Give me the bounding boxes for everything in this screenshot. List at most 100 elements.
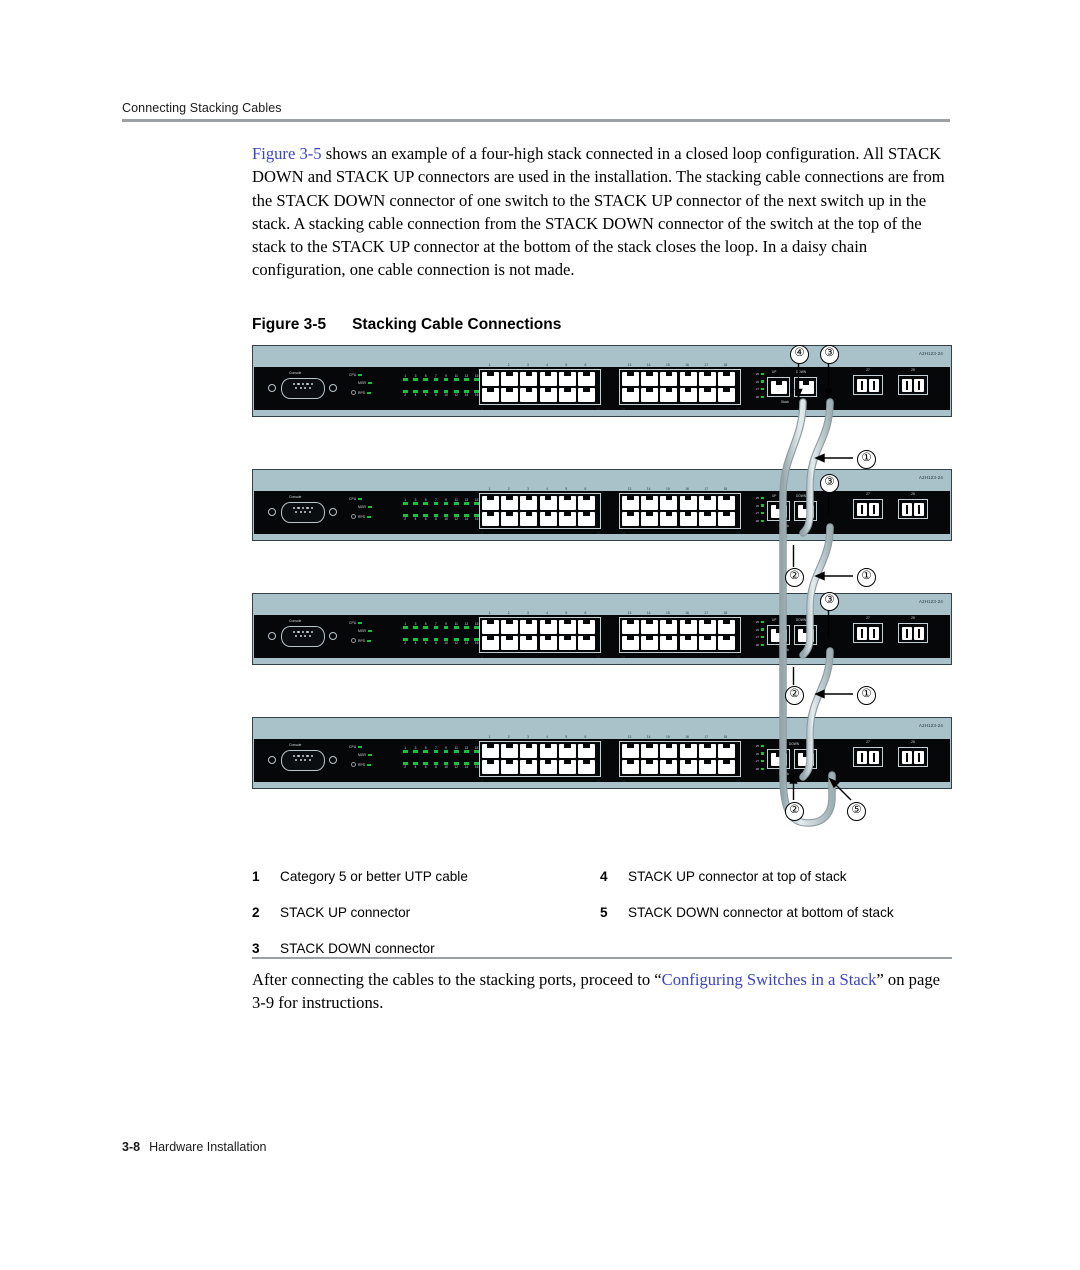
rj45-port[interactable] [558, 496, 576, 511]
rj45-port[interactable] [679, 496, 697, 511]
rj45-port[interactable] [501, 635, 519, 650]
rj45-port[interactable] [539, 620, 557, 635]
console-port-group[interactable]: Console [267, 370, 343, 408]
rj45-port[interactable] [679, 744, 697, 759]
rj45-port[interactable] [660, 387, 678, 402]
rj45-port[interactable] [641, 744, 659, 759]
rj45-port[interactable] [717, 744, 735, 759]
rj45-port[interactable] [558, 744, 576, 759]
db9-console-connector[interactable] [281, 626, 325, 647]
rj45-port[interactable] [698, 372, 716, 387]
rj45-port[interactable] [622, 744, 639, 759]
rj45-port[interactable] [679, 635, 697, 650]
rj45-port[interactable] [520, 496, 538, 511]
rj45-port[interactable] [539, 496, 557, 511]
stack-down-connector[interactable] [794, 377, 817, 397]
rj45-port[interactable] [482, 759, 499, 774]
fiber-port-27[interactable] [853, 499, 883, 519]
rj45-port[interactable] [641, 759, 659, 774]
rj45-port[interactable] [698, 496, 716, 511]
rj45-port[interactable] [520, 387, 538, 402]
rj45-port[interactable] [622, 620, 639, 635]
rj45-port[interactable] [660, 372, 678, 387]
rj45-port[interactable] [520, 620, 538, 635]
rj45-port[interactable] [679, 620, 697, 635]
rj45-port[interactable] [641, 511, 659, 526]
rj45-port[interactable] [698, 511, 716, 526]
console-port-group[interactable]: Console [267, 742, 343, 780]
db9-console-connector[interactable] [281, 502, 325, 523]
rj45-port[interactable] [520, 635, 538, 650]
rj45-port[interactable] [698, 744, 716, 759]
rj45-port[interactable] [539, 511, 557, 526]
rj45-port[interactable] [679, 372, 697, 387]
rj45-port[interactable] [501, 759, 519, 774]
rj45-port[interactable] [577, 620, 595, 635]
figure-cross-reference-link[interactable]: Figure 3-5 [252, 144, 322, 163]
rj45-port[interactable] [539, 387, 557, 402]
rj45-port[interactable] [482, 372, 499, 387]
stack-up-connector[interactable] [767, 625, 790, 645]
fiber-port-28[interactable] [898, 623, 928, 643]
rj45-port[interactable] [660, 496, 678, 511]
rj45-port[interactable] [698, 387, 716, 402]
rj45-port[interactable] [660, 511, 678, 526]
rj45-port[interactable] [622, 759, 639, 774]
rj45-port[interactable] [558, 620, 576, 635]
rj45-port[interactable] [622, 635, 639, 650]
rj45-port[interactable] [622, 496, 639, 511]
rj45-port[interactable] [698, 759, 716, 774]
rj45-port[interactable] [717, 372, 735, 387]
rj45-port[interactable] [558, 372, 576, 387]
rj45-port[interactable] [539, 372, 557, 387]
rj45-port[interactable] [501, 744, 519, 759]
rj45-port[interactable] [482, 620, 499, 635]
rj45-port[interactable] [520, 744, 538, 759]
rj45-port[interactable] [698, 620, 716, 635]
rj45-port[interactable] [558, 387, 576, 402]
rj45-port[interactable] [679, 511, 697, 526]
rj45-port[interactable] [577, 372, 595, 387]
rj45-port[interactable] [717, 387, 735, 402]
rj45-port[interactable] [558, 759, 576, 774]
rj45-port[interactable] [558, 511, 576, 526]
rj45-port[interactable] [520, 372, 538, 387]
rj45-port[interactable] [501, 511, 519, 526]
rj45-port[interactable] [539, 759, 557, 774]
fiber-port-28[interactable] [898, 499, 928, 519]
rj45-port[interactable] [501, 372, 519, 387]
rj45-port[interactable] [482, 744, 499, 759]
rj45-port[interactable] [501, 387, 519, 402]
rj45-port[interactable] [641, 635, 659, 650]
console-port-group[interactable]: Console [267, 494, 343, 532]
rj45-port[interactable] [660, 635, 678, 650]
fiber-port-28[interactable] [898, 375, 928, 395]
rj45-port[interactable] [577, 635, 595, 650]
rj45-port[interactable] [577, 744, 595, 759]
db9-console-connector[interactable] [281, 378, 325, 399]
fiber-port-27[interactable] [853, 747, 883, 767]
rj45-port[interactable] [622, 372, 639, 387]
console-port-group[interactable]: Console [267, 618, 343, 656]
rj45-port[interactable] [717, 496, 735, 511]
rj45-port[interactable] [660, 744, 678, 759]
rj45-port[interactable] [660, 759, 678, 774]
rj45-port[interactable] [717, 635, 735, 650]
rj45-port[interactable] [679, 387, 697, 402]
rj45-port[interactable] [577, 387, 595, 402]
rj45-port[interactable] [558, 635, 576, 650]
rj45-port[interactable] [577, 496, 595, 511]
rj45-port[interactable] [482, 387, 499, 402]
rj45-port[interactable] [539, 744, 557, 759]
rj45-port[interactable] [660, 620, 678, 635]
rj45-port[interactable] [717, 759, 735, 774]
stack-down-connector[interactable] [794, 625, 817, 645]
stack-up-connector[interactable] [767, 749, 790, 769]
rj45-port[interactable] [679, 759, 697, 774]
fiber-port-28[interactable] [898, 747, 928, 767]
stack-up-connector[interactable] [767, 501, 790, 521]
rj45-port[interactable] [520, 511, 538, 526]
rj45-port[interactable] [698, 635, 716, 650]
rj45-port[interactable] [577, 511, 595, 526]
rj45-port[interactable] [520, 759, 538, 774]
